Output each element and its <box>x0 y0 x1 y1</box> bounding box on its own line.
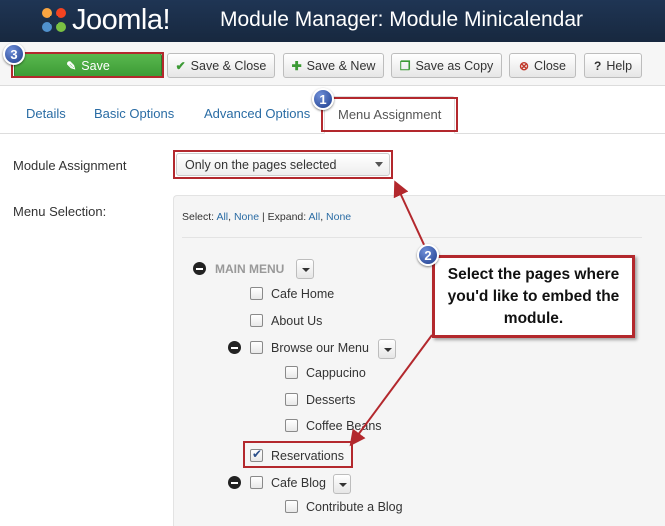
highlight-menu-assignment-tab <box>321 97 458 132</box>
checkbox-contribute-a-blog[interactable] <box>285 500 298 513</box>
plus-icon: ✚ <box>291 58 302 73</box>
help-icon: ? <box>593 58 602 73</box>
page: Joomla! Module Manager: Module Minicalen… <box>0 0 665 526</box>
help-button-label: Help <box>606 58 633 73</box>
app-header: Joomla! Module Manager: Module Minicalen… <box>0 0 665 42</box>
page-title: Module Manager: Module Minicalendar <box>220 8 584 31</box>
divider <box>182 237 642 238</box>
checkbox-coffee-beans[interactable] <box>285 419 298 432</box>
close-button-label: Close <box>534 58 567 73</box>
step-badge-3: 3 <box>3 43 25 65</box>
highlight-module-assignment-select <box>173 150 393 179</box>
step-badge-1: 1 <box>312 88 334 110</box>
joomla-logo-icon <box>38 4 70 36</box>
collapse-icon[interactable] <box>228 341 241 354</box>
checkbox-about-us[interactable] <box>250 314 263 327</box>
browse-menu-dropdown-button[interactable] <box>378 339 396 359</box>
select-none-link[interactable]: None <box>234 211 259 223</box>
collapse-icon[interactable] <box>228 476 241 489</box>
save-copy-button[interactable]: ❐ Save as Copy <box>391 53 502 78</box>
checkbox-browse-our-menu[interactable] <box>250 341 263 354</box>
highlight-reservations-item <box>243 441 353 468</box>
menu-item-label: About Us <box>271 314 323 328</box>
checkbox-cafe-blog[interactable] <box>250 476 263 489</box>
menu-item-label: Browse our Menu <box>271 341 369 355</box>
menu-item-label: Contribute a Blog <box>306 500 403 514</box>
help-button[interactable]: ? Help <box>584 53 642 78</box>
checkmark-icon: ✔ <box>175 58 186 73</box>
expand-none-link[interactable]: None <box>326 211 351 223</box>
main-menu-label: MAIN MENU <box>215 262 285 276</box>
checkbox-cappucino[interactable] <box>285 366 298 379</box>
checkbox-desserts[interactable] <box>285 393 298 406</box>
checkbox-cafe-home[interactable] <box>250 287 263 300</box>
save-new-label: Save & New <box>306 58 376 73</box>
tab-advanced-options[interactable]: Advanced Options <box>204 106 310 121</box>
menu-item-label: Cappucino <box>306 366 366 380</box>
save-copy-label: Save as Copy <box>415 58 494 73</box>
main-menu-dropdown-button[interactable] <box>296 259 314 279</box>
step-badge-2: 2 <box>417 244 439 266</box>
joomla-logo: Joomla! <box>38 3 171 37</box>
highlight-save-button <box>11 52 164 78</box>
menu-item-label: Cafe Home <box>271 287 335 301</box>
selection-bar: Select: All, None | Expand: All, None <box>182 211 352 223</box>
expand-all-link[interactable]: All <box>309 211 321 223</box>
select-all-link[interactable]: All <box>216 211 228 223</box>
menu-item-label: Coffee Beans <box>306 419 382 433</box>
save-new-button[interactable]: ✚ Save & New <box>283 53 384 78</box>
callout-text: Select the pages where you'd like to emb… <box>447 265 620 327</box>
select-prefix: Select: <box>182 211 215 223</box>
cancel-icon: ⊗ <box>518 58 530 73</box>
menu-item-label: Desserts <box>306 393 356 407</box>
module-assignment-label: Module Assignment <box>13 158 127 173</box>
cafe-blog-dropdown-button[interactable] <box>333 474 351 494</box>
menu-selection-panel <box>173 195 665 526</box>
menu-selection-label: Menu Selection: <box>13 204 107 219</box>
save-close-label: Save & Close <box>190 58 267 73</box>
expand-prefix: Expand: <box>267 211 307 223</box>
logo-text: Joomla! <box>72 3 171 36</box>
save-close-button[interactable]: ✔ Save & Close <box>167 53 275 78</box>
collapse-icon[interactable] <box>193 262 206 275</box>
menu-item-label: Cafe Blog <box>271 476 326 490</box>
callout-box: Select the pages where you'd like to emb… <box>432 255 635 338</box>
tab-details[interactable]: Details <box>26 106 66 121</box>
close-button[interactable]: ⊗ Close <box>509 53 576 78</box>
copy-icon: ❐ <box>399 58 411 73</box>
tab-basic-options[interactable]: Basic Options <box>94 106 174 121</box>
